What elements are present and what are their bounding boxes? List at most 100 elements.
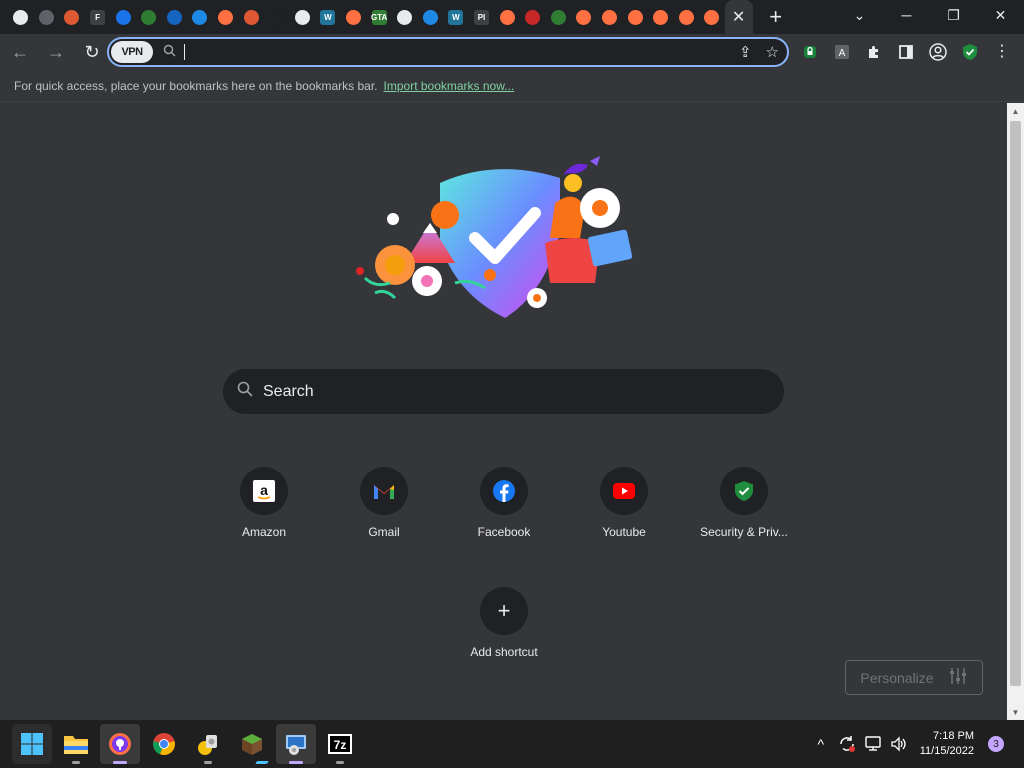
browser-tab[interactable] (110, 0, 136, 34)
extension-a-icon[interactable]: A (826, 36, 858, 68)
notification-badge[interactable]: 3 (988, 736, 1004, 752)
chrome-icon (153, 733, 175, 756)
scroll-up-arrow-icon[interactable]: ▲ (1007, 103, 1024, 119)
reload-button[interactable]: ↻ (76, 36, 108, 68)
svg-text:7z: 7z (334, 738, 347, 752)
chrome-taskbar-button[interactable] (144, 724, 184, 764)
new-tab-button[interactable]: + (761, 2, 791, 32)
address-bar[interactable]: VPN ⇪ ☆ (107, 37, 789, 67)
chevron-up-icon[interactable]: ^ (808, 736, 834, 752)
avast-browser-icon (627, 9, 643, 25)
system-clock[interactable]: 7:18 PM 11/15/2022 (920, 729, 974, 759)
add-shortcut-button[interactable]: + Add shortcut (449, 587, 559, 659)
remote-desktop-taskbar-button[interactable] (276, 724, 316, 764)
7zip-icon: 7z (328, 734, 352, 754)
browser-tab[interactable] (290, 0, 316, 34)
forward-button[interactable]: → (40, 36, 72, 68)
youtube-icon (600, 467, 648, 515)
restore-button[interactable]: ❐ (930, 0, 977, 30)
browser-tab[interactable] (213, 0, 239, 34)
minimize-button[interactable]: ─ (883, 0, 930, 30)
browser-tab[interactable]: PI (469, 0, 495, 34)
loading-spinner-icon (269, 9, 285, 25)
browser-tab[interactable] (571, 0, 597, 34)
page-scrollbar[interactable]: ▲ ▼ (1007, 103, 1024, 720)
browser-tab[interactable] (34, 0, 60, 34)
browser-tab[interactable] (59, 0, 85, 34)
bookmark-star-icon[interactable]: ☆ (766, 43, 779, 61)
system-tray: ^ 7:18 PM 11/15/2022 3 (808, 720, 1024, 768)
browser-tab[interactable] (392, 0, 418, 34)
folder-icon (64, 736, 88, 754)
window-controls: ⌄ ─ ❐ ✕ (836, 0, 1024, 30)
f-letter-icon: F (90, 9, 106, 25)
tab-search-icon[interactable]: ⌄ (836, 0, 883, 30)
menu-kebab-icon[interactable]: ⋮ (986, 36, 1018, 68)
vpn-button[interactable]: VPN (111, 41, 153, 63)
browser-tab[interactable] (673, 0, 699, 34)
browser-tab[interactable]: GTA (366, 0, 392, 34)
close-window-button[interactable]: ✕ (977, 0, 1024, 30)
search-placeholder: Search (263, 382, 314, 400)
clock-date: 11/15/2022 (919, 745, 974, 757)
volume-icon[interactable] (886, 736, 912, 752)
sync-update-icon[interactable] (834, 735, 860, 753)
file-explorer-button[interactable] (56, 724, 96, 764)
green-shield-icon (550, 9, 566, 25)
scroll-down-arrow-icon[interactable]: ▼ (1007, 704, 1024, 720)
browser-tab[interactable] (238, 0, 264, 34)
browser-tab[interactable] (418, 0, 444, 34)
shortcut-youtube[interactable]: Youtube (569, 467, 679, 539)
side-panel-icon[interactable] (890, 36, 922, 68)
browser-tab[interactable] (187, 0, 213, 34)
windows-taskbar: 7z ^ 7:18 PM 11/15/2022 3 (0, 720, 1024, 768)
browser-tab[interactable] (162, 0, 188, 34)
browser-tab[interactable]: W (315, 0, 341, 34)
shortcut-security-privacy[interactable]: Security & Priv... (689, 467, 799, 539)
network-icon[interactable] (860, 736, 886, 752)
browser-tab[interactable] (545, 0, 571, 34)
browser-tab[interactable] (597, 0, 623, 34)
app-icon (198, 735, 217, 755)
search-icon (163, 44, 176, 60)
profile-icon[interactable] (922, 36, 954, 68)
share-icon[interactable]: ⇪ (739, 43, 752, 61)
browser-tab[interactable] (341, 0, 367, 34)
browser-tab[interactable] (136, 0, 162, 34)
browser-tab[interactable] (8, 0, 34, 34)
minecraft-taskbar-button[interactable] (232, 724, 272, 764)
import-bookmarks-link[interactable]: Import bookmarks now... (384, 79, 515, 93)
start-button[interactable] (12, 724, 52, 764)
browser-tab[interactable] (699, 0, 725, 34)
browser-tab[interactable] (622, 0, 648, 34)
duckduckgo-icon (243, 9, 259, 25)
shortcut-gmail[interactable]: Gmail (329, 467, 439, 539)
browser-tab[interactable] (494, 0, 520, 34)
shortcut-amazon[interactable]: a Amazon (209, 467, 319, 539)
avast-browser-icon (218, 9, 234, 25)
gmail-icon (360, 467, 408, 515)
tab-strip: F W GTA W PI ✕ + ⌄ ─ ❐ ✕ (0, 0, 1024, 34)
7zip-taskbar-button[interactable]: 7z (320, 724, 360, 764)
web-globe-icon (294, 9, 310, 25)
web-globe-icon (13, 9, 29, 25)
avast-browser-taskbar-button[interactable] (100, 724, 140, 764)
back-button[interactable]: ← (4, 36, 36, 68)
tab-close-button[interactable]: ✕ (724, 0, 753, 34)
extensions-puzzle-icon[interactable] (858, 36, 890, 68)
browser-tab[interactable] (264, 0, 290, 34)
shortcut-facebook[interactable]: Facebook (449, 467, 559, 539)
extension-lock-icon[interactable] (794, 36, 826, 68)
security-shield-icon[interactable] (954, 36, 986, 68)
shortcut-label: Gmail (368, 525, 400, 539)
avast-browser-icon (109, 733, 131, 755)
personalize-button[interactable]: Personalize (845, 660, 983, 695)
app-taskbar-button[interactable] (188, 724, 228, 764)
browser-tab[interactable]: F (85, 0, 111, 34)
browser-tab[interactable] (520, 0, 546, 34)
browser-tab[interactable] (648, 0, 674, 34)
duckduckgo-icon (64, 9, 80, 25)
scrollbar-thumb[interactable] (1010, 121, 1021, 686)
ntp-search-box[interactable]: Search (223, 369, 784, 414)
browser-tab[interactable]: W (443, 0, 469, 34)
